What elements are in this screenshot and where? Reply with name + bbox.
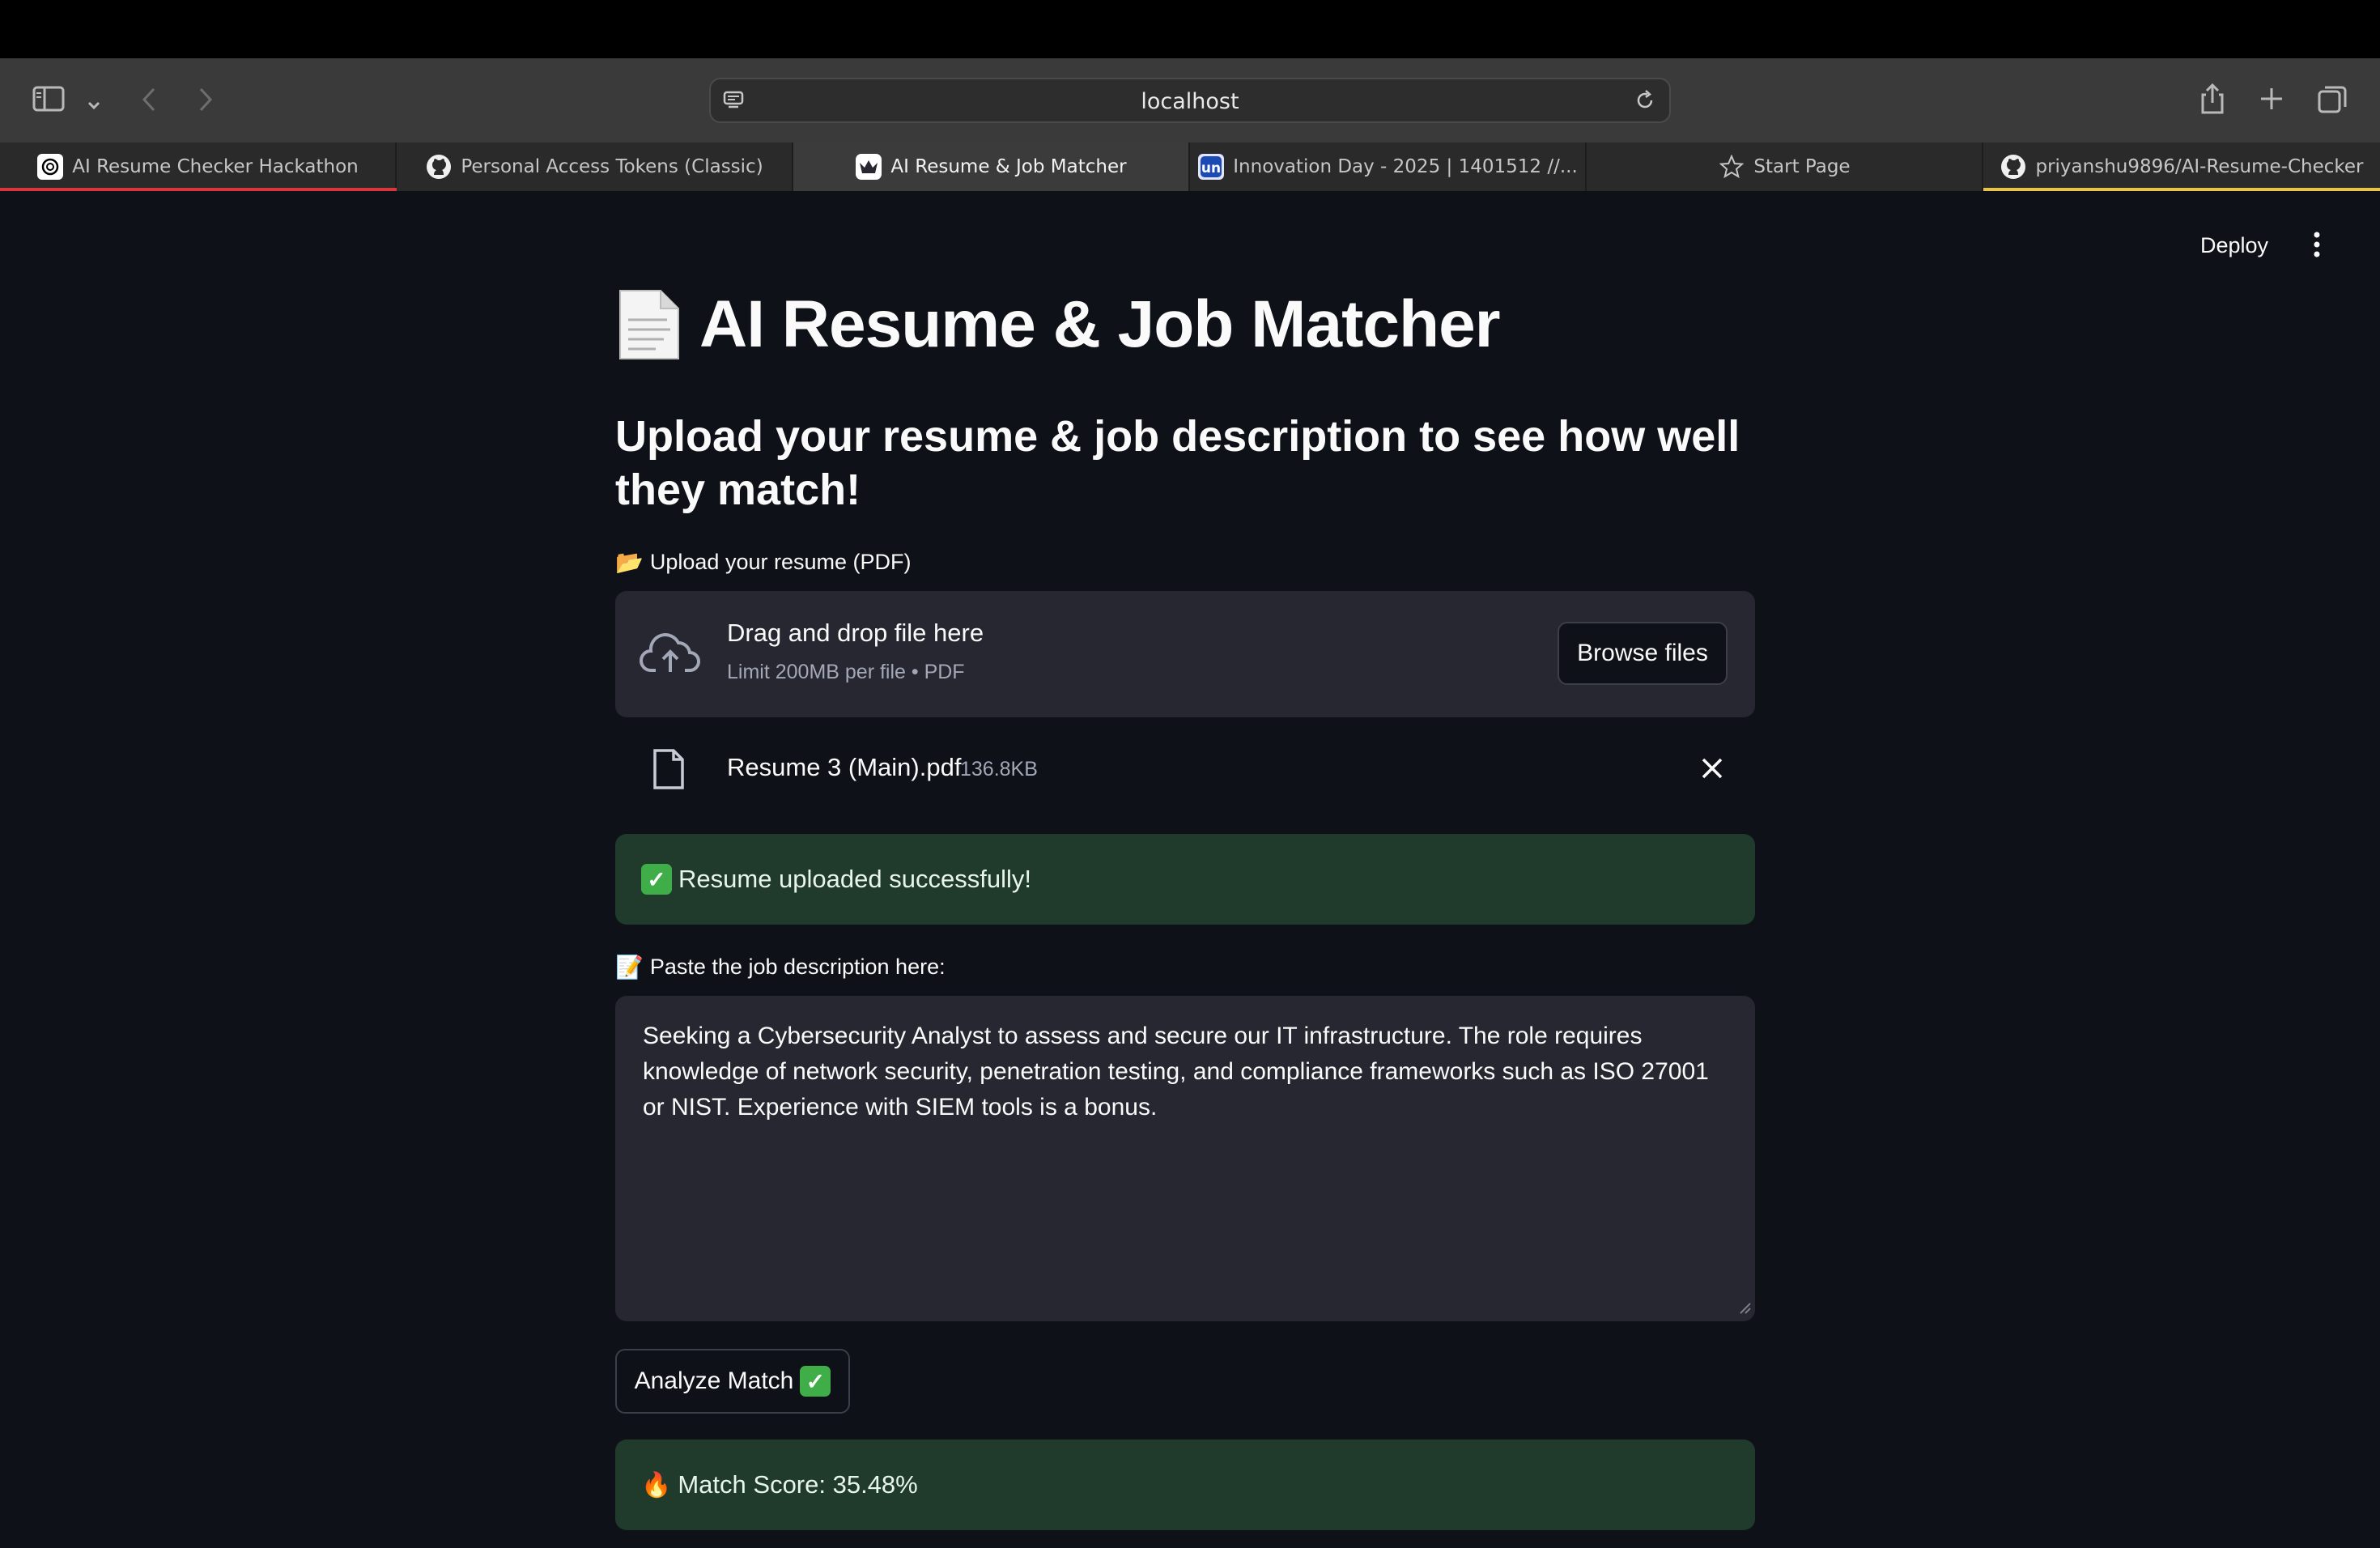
tab-label: Start Page [1753,156,1851,177]
match-score-text: Match Score: 35.48% [678,1470,918,1499]
uploaded-file-row: Resume 3 (Main).pdf 136.8KB [615,735,1755,808]
dropzone-instructions: Drag and drop file here [727,619,984,647]
app-container: Deploy AI Resume & Job Matcher Upload yo… [0,191,2380,1548]
address-bar[interactable]: localhost [709,78,1671,123]
document-icon [615,287,683,362]
star-icon [1718,153,1745,181]
github-icon [2000,153,2027,181]
sidebar-toggle-icon[interactable] [32,86,65,117]
tab-start-page[interactable]: Start Page [1587,142,1983,191]
svg-text:un: un [1201,160,1221,176]
cloud-upload-icon [640,628,701,680]
upload-success-alert: ✓ Resume uploaded successfully! [615,834,1755,925]
new-tab-icon[interactable] [2259,86,2284,117]
github-icon [425,153,453,181]
tab-personal-access-tokens[interactable]: Personal Access Tokens (Classic) [397,142,793,191]
file-icon [652,748,685,793]
job-description-textarea[interactable]: Seeking a Cybersecurity Analyst to asses… [615,996,1755,1321]
tab-overview-icon[interactable] [2317,84,2348,120]
check-mark-icon: ✓ [641,864,672,895]
dropzone-limit: Limit 200MB per file • PDF [727,661,965,683]
tab-github-ai-resume-checker[interactable]: priyanshu9896/AI-Resume-Checker [1983,142,2380,191]
tab-innovation-day[interactable]: un Innovation Day - 2025 | 1401512 //... [1190,142,1587,191]
tab-label: Personal Access Tokens (Classic) [461,156,763,177]
analyze-match-button[interactable]: Analyze Match ✓ [615,1349,850,1414]
tab-bar: AI Resume Checker Hackathon Personal Acc… [0,142,2380,191]
back-arrow-icon[interactable] [139,86,159,118]
fire-icon: 🔥 [641,1471,672,1499]
reload-icon[interactable] [1634,89,1656,117]
chevron-down-icon[interactable] [86,91,102,118]
openai-icon [36,153,64,181]
job-description-label-text: Paste the job description here: [649,955,946,979]
job-description-label: 📝 Paste the job description here: [615,954,1755,980]
folder-icon: 📂 [615,550,644,575]
analyze-match-label: Analyze Match [634,1367,794,1394]
resume-upload-label-text: Upload your resume (PDF) [649,550,912,574]
tab-label: AI Resume & Job Matcher [890,156,1127,177]
tab-label: AI Resume Checker Hackathon [72,156,359,177]
file-dropzone[interactable]: Drag and drop file here Limit 200MB per … [615,591,1755,717]
page-title-text: AI Resume & Job Matcher [699,287,1501,361]
resize-handle-icon[interactable] [1737,1300,1752,1318]
job-description-text: Seeking a Cybersecurity Analyst to asses… [643,1023,1709,1121]
main-menu-icon[interactable] [2309,230,2325,259]
match-score-alert: 🔥 Match Score: 35.48% [615,1440,1755,1530]
browse-files-button[interactable]: Browse files [1558,622,1728,685]
close-icon[interactable] [1700,756,1724,784]
top-black-bar [0,0,2380,58]
page-title: AI Resume & Job Matcher [615,280,1755,369]
forward-arrow-icon[interactable] [196,86,215,118]
tab-label: Innovation Day - 2025 | 1401512 //... [1233,156,1578,177]
streamlit-icon [855,153,882,181]
url-text: localhost [1141,89,1239,114]
browser-toolbar: localhost [0,58,2380,142]
tab-ai-resume-checker-hackathon[interactable]: AI Resume Checker Hackathon [0,142,397,191]
page-subtitle: Upload your resume & job description to … [615,412,1740,514]
uploaded-file-size: 136.8KB [960,758,1038,780]
deploy-button[interactable]: Deploy [2200,233,2268,258]
tab-ai-resume-job-matcher[interactable]: AI Resume & Job Matcher [793,142,1190,191]
unstop-icon: un [1197,153,1225,181]
uploaded-file-name: Resume 3 (Main).pdf [727,753,962,781]
check-mark-icon: ✓ [800,1366,831,1397]
resume-upload-label: 📂 Upload your resume (PDF) [615,549,1755,576]
upload-success-text: Resume uploaded successfully! [678,865,1031,893]
memo-icon: 📝 [615,955,644,980]
share-icon[interactable] [2199,83,2226,120]
tab-label: priyanshu9896/AI-Resume-Checker [2035,156,2364,177]
